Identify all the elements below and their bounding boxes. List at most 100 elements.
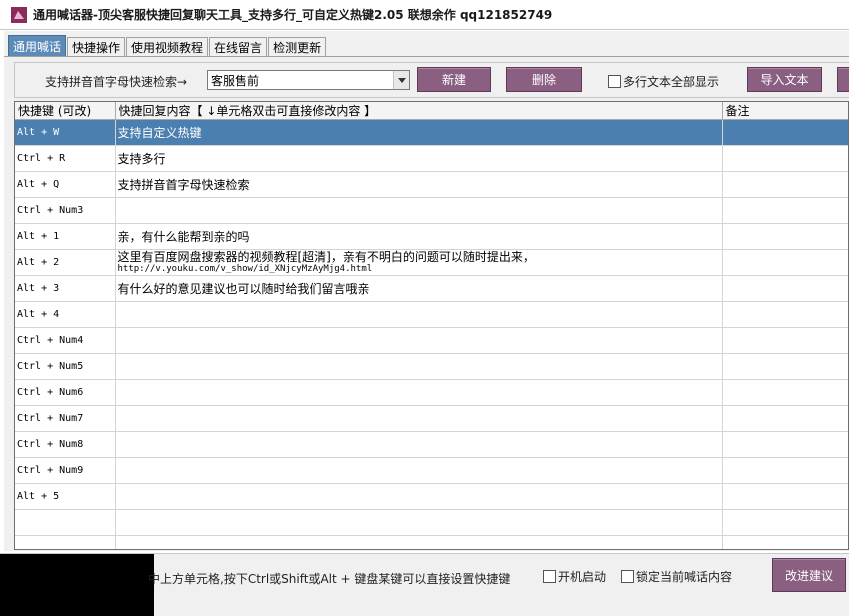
cell-shortcut[interactable]: Ctrl + Num5 xyxy=(15,353,116,380)
cell-note[interactable] xyxy=(722,483,848,510)
cell-shortcut[interactable]: Alt + 5 xyxy=(15,483,116,510)
cell-content[interactable] xyxy=(115,327,723,354)
cell-note[interactable] xyxy=(722,145,848,172)
cell-note[interactable] xyxy=(722,509,848,536)
table-header-row: 快捷键 (可改) 快捷回复内容【 ↓单元格双击可直接修改内容 】 备注 xyxy=(15,102,848,120)
tab-video-tutorial[interactable]: 使用视频教程 xyxy=(126,37,209,57)
cell-content[interactable] xyxy=(115,535,723,549)
cell-shortcut[interactable]: Alt + 2 xyxy=(15,249,116,276)
table-row[interactable]: Alt + 3 有什么好的意见建议也可以随时给我们留言哦亲 xyxy=(15,275,848,302)
cell-shortcut[interactable]: Alt + 1 xyxy=(15,223,116,250)
cell-content[interactable]: 支持自定义热键 xyxy=(115,119,723,146)
cell-note[interactable] xyxy=(722,405,848,432)
lock-content-checkbox[interactable]: 锁定当前喊话内容 xyxy=(621,568,732,585)
header-shortcut[interactable]: 快捷键 (可改) xyxy=(15,102,116,120)
cell-note[interactable] xyxy=(722,431,848,458)
cell-shortcut[interactable]: Alt + W xyxy=(15,119,116,146)
cell-shortcut[interactable]: Alt + 4 xyxy=(15,301,116,328)
table-row[interactable]: Alt + 4 xyxy=(15,301,848,328)
table-row[interactable]: Ctrl + Num9 xyxy=(15,457,848,484)
table-row[interactable]: Alt + 1 亲，有什么能帮到亲的吗 xyxy=(15,223,848,250)
checkbox-box[interactable] xyxy=(543,570,556,583)
table-row[interactable] xyxy=(15,509,848,536)
suggestion-button[interactable]: 改进建议 xyxy=(772,558,846,592)
cell-shortcut[interactable]: Alt + 3 xyxy=(15,275,116,302)
cell-content-url: http://v.youku.com/v_show/id_XNjcyMzAyMj… xyxy=(117,263,373,274)
cell-shortcut[interactable]: Ctrl + Num8 xyxy=(15,431,116,458)
cell-shortcut[interactable] xyxy=(15,535,116,549)
cell-content[interactable] xyxy=(115,457,723,484)
chevron-down-icon[interactable] xyxy=(393,71,409,89)
table-row[interactable]: Ctrl + Num4 xyxy=(15,327,848,354)
table-row[interactable]: Alt + 2 这里有百度网盘搜索器的视频教程[超清]，亲有不明白的问题可以随时… xyxy=(15,249,848,276)
cell-note[interactable] xyxy=(722,535,848,549)
category-combo[interactable]: 客服售前 xyxy=(207,70,410,90)
table-row[interactable]: Ctrl + Num7 xyxy=(15,405,848,432)
table-row[interactable]: Ctrl + Num3 xyxy=(15,197,848,224)
cell-shortcut[interactable]: Ctrl + R xyxy=(15,145,116,172)
checkbox-box[interactable] xyxy=(621,570,634,583)
table-row[interactable]: Ctrl + Num8 xyxy=(15,431,848,458)
table-row[interactable]: Ctrl + Num6 xyxy=(15,379,848,406)
cell-content[interactable]: 这里有百度网盘搜索器的视频教程[超清]，亲有不明白的问题可以随时提出来， htt… xyxy=(115,249,723,276)
cell-note[interactable] xyxy=(722,275,848,302)
main-area: 通用喊话 快捷操作 使用视频教程 在线留言 检测更新 支持拼音首字母快速检索→ … xyxy=(4,31,849,551)
tab-general-shout[interactable]: 通用喊话 xyxy=(8,35,67,57)
cell-shortcut[interactable]: Ctrl + Num4 xyxy=(15,327,116,354)
cell-content[interactable]: 支持拼音首字母快速检索 xyxy=(115,171,723,198)
cell-content[interactable]: 有什么好的意见建议也可以随时给我们留言哦亲 xyxy=(115,275,723,302)
cell-note[interactable] xyxy=(722,301,848,328)
cell-note[interactable] xyxy=(722,119,848,146)
multiline-label: 多行文本全部显示 xyxy=(623,75,720,89)
shortcut-table: 快捷键 (可改) 快捷回复内容【 ↓单元格双击可直接修改内容 】 备注 Alt … xyxy=(14,101,849,550)
cell-note[interactable] xyxy=(722,223,848,250)
table-row[interactable]: Alt + 5 xyxy=(15,483,848,510)
multiline-checkbox[interactable]: 多行文本全部显示 xyxy=(608,73,719,90)
cell-content[interactable] xyxy=(115,301,723,328)
cell-note[interactable] xyxy=(722,197,848,224)
cell-content[interactable] xyxy=(115,353,723,380)
cell-shortcut[interactable]: Ctrl + Num6 xyxy=(15,379,116,406)
lock-content-label: 锁定当前喊话内容 xyxy=(636,570,733,584)
delete-button[interactable]: 删除 xyxy=(506,67,582,92)
checkbox-box[interactable] xyxy=(608,75,621,88)
tab-quick-ops[interactable]: 快捷操作 xyxy=(67,37,126,57)
autostart-label: 开机启动 xyxy=(558,570,607,584)
new-button[interactable]: 新建 xyxy=(417,67,491,92)
import-text-button[interactable]: 导入文本 xyxy=(747,67,822,92)
autostart-checkbox[interactable]: 开机启动 xyxy=(543,568,606,585)
extra-button[interactable] xyxy=(837,67,849,92)
table-row[interactable]: Alt + Q 支持拼音首字母快速检索 xyxy=(15,171,848,198)
cell-content[interactable] xyxy=(115,405,723,432)
tab-check-update[interactable]: 检测更新 xyxy=(268,37,327,57)
cell-note[interactable] xyxy=(722,171,848,198)
cell-content[interactable] xyxy=(115,431,723,458)
table-row[interactable] xyxy=(15,535,848,549)
combo-value: 客服售前 xyxy=(211,73,260,88)
tab-online-message[interactable]: 在线留言 xyxy=(209,37,268,57)
table-row[interactable]: Ctrl + Num5 xyxy=(15,353,848,380)
cell-shortcut[interactable]: Ctrl + Num9 xyxy=(15,457,116,484)
cell-shortcut[interactable]: Ctrl + Num7 xyxy=(15,405,116,432)
tab-panel: 支持拼音首字母快速检索→ 客服售前 新建 删除 多行文本全部显示 导入文本 快捷… xyxy=(4,56,849,551)
cell-note[interactable] xyxy=(722,249,848,276)
cell-content[interactable]: 支持多行 xyxy=(115,145,723,172)
cell-shortcut[interactable]: Ctrl + Num3 xyxy=(15,197,116,224)
table-row[interactable]: Alt + W 支持自定义热键 xyxy=(15,119,848,146)
cell-note[interactable] xyxy=(722,353,848,380)
cell-note[interactable] xyxy=(722,327,848,354)
cell-content[interactable] xyxy=(115,197,723,224)
app-icon xyxy=(11,6,27,23)
cell-shortcut[interactable]: Alt + Q xyxy=(15,171,116,198)
window-title: 通用喊话器-顶尖客服快捷回复聊天工具_支持多行_可自定义热键2.05 联想余作 … xyxy=(33,8,553,22)
header-note[interactable]: 备注 xyxy=(722,102,848,120)
cell-note[interactable] xyxy=(722,457,848,484)
cell-content[interactable]: 亲，有什么能帮到亲的吗 xyxy=(115,223,723,250)
cell-content[interactable] xyxy=(115,379,723,406)
cell-content[interactable] xyxy=(115,483,723,510)
cell-note[interactable] xyxy=(722,379,848,406)
table-row[interactable]: Ctrl + R 支持多行 xyxy=(15,145,848,172)
cell-content[interactable] xyxy=(115,509,723,536)
cell-shortcut[interactable] xyxy=(15,509,116,536)
header-content[interactable]: 快捷回复内容【 ↓单元格双击可直接修改内容 】 xyxy=(115,102,723,120)
